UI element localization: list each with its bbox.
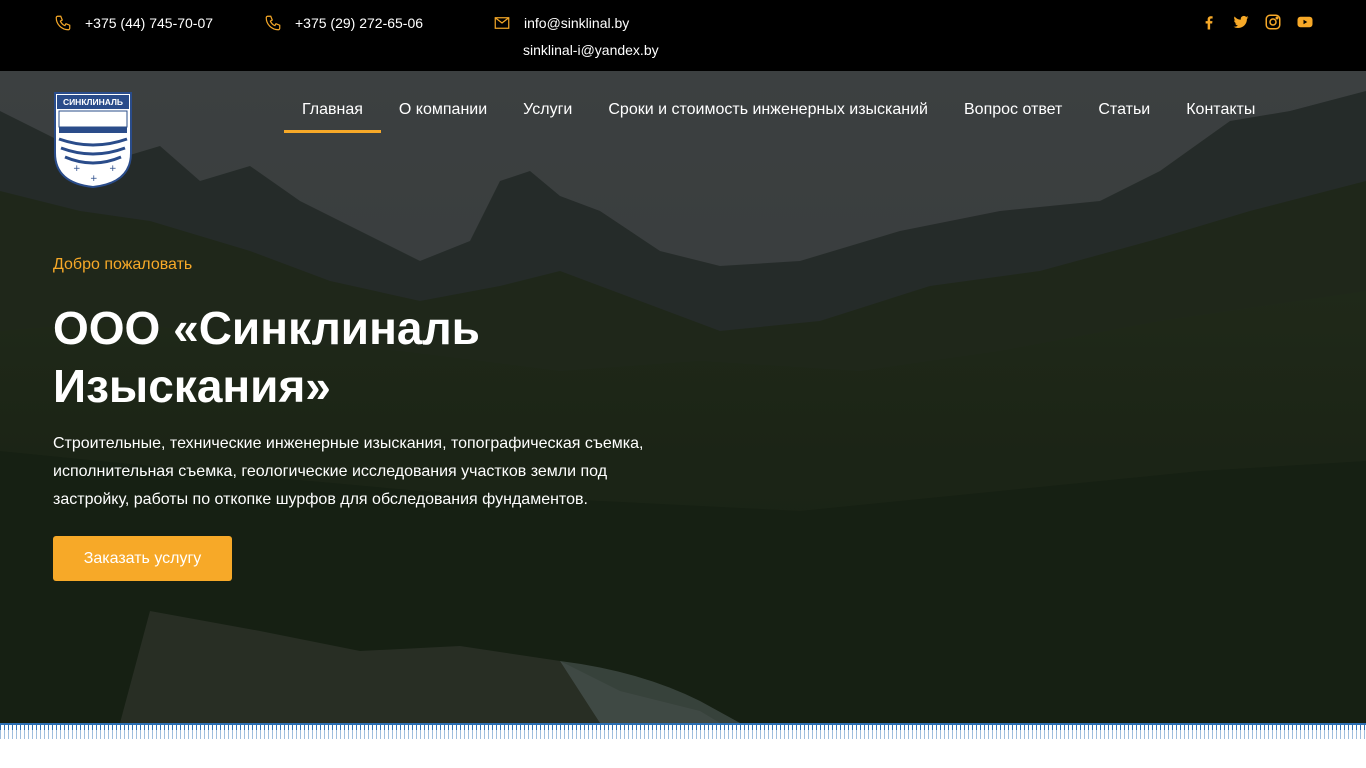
nav-item-home[interactable]: Главная bbox=[284, 93, 381, 133]
order-service-button[interactable]: Заказать услугу bbox=[53, 536, 232, 581]
instagram-icon[interactable] bbox=[1264, 13, 1282, 31]
email-2[interactable]: sinklinal-i@yandex.by bbox=[523, 42, 659, 58]
youtube-icon[interactable] bbox=[1296, 13, 1314, 31]
ruler-divider bbox=[0, 723, 1366, 739]
twitter-icon[interactable] bbox=[1232, 13, 1250, 31]
hero-description: Строительные, технические инженерные изы… bbox=[53, 435, 644, 508]
facebook-icon[interactable] bbox=[1200, 13, 1218, 31]
nav-item-articles[interactable]: Статьи bbox=[1080, 93, 1168, 133]
logo-emblem-icon: + + + СИНКЛИНАЛЬ bbox=[54, 92, 132, 189]
top-bar: +375 (44) 745-70-07 +375 (29) 272-65-06 … bbox=[0, 0, 1366, 71]
phone-number-1[interactable]: +375 (44) 745-70-07 bbox=[85, 15, 213, 31]
svg-text:+: + bbox=[109, 164, 117, 174]
phone-contact-1[interactable]: +375 (44) 745-70-07 bbox=[53, 14, 213, 32]
nav-item-about[interactable]: О компании bbox=[381, 93, 505, 133]
mail-icon bbox=[492, 14, 512, 32]
phone-contact-2[interactable]: +375 (29) 272-65-06 bbox=[263, 14, 423, 32]
phone-icon bbox=[263, 14, 283, 32]
svg-text:+: + bbox=[73, 164, 81, 174]
phone-icon bbox=[53, 14, 73, 32]
company-logo[interactable]: + + + СИНКЛИНАЛЬ bbox=[53, 91, 133, 189]
hero-title: ООО «Синклиналь Изыскания» bbox=[53, 302, 480, 412]
svg-text:+: + bbox=[90, 174, 98, 184]
logo-text: СИНКЛИНАЛЬ bbox=[63, 97, 123, 107]
nav-item-contacts[interactable]: Контакты bbox=[1168, 93, 1273, 133]
hero-section: + + + СИНКЛИНАЛЬ Главная О компании Услу… bbox=[0, 71, 1366, 723]
email-1[interactable]: info@sinklinal.by bbox=[524, 15, 629, 31]
main-navigation: Главная О компании Услуги Сроки и стоимо… bbox=[284, 93, 1273, 133]
nav-item-services[interactable]: Услуги bbox=[505, 93, 590, 133]
email-contact[interactable]: info@sinklinal.by bbox=[492, 14, 629, 32]
nav-item-terms-cost[interactable]: Сроки и стоимость инженерных изысканий bbox=[590, 93, 946, 133]
welcome-text: Добро пожаловать bbox=[53, 256, 193, 273]
social-links bbox=[1200, 13, 1314, 31]
nav-item-faq[interactable]: Вопрос ответ bbox=[946, 93, 1080, 133]
phone-number-2[interactable]: +375 (29) 272-65-06 bbox=[295, 15, 423, 31]
